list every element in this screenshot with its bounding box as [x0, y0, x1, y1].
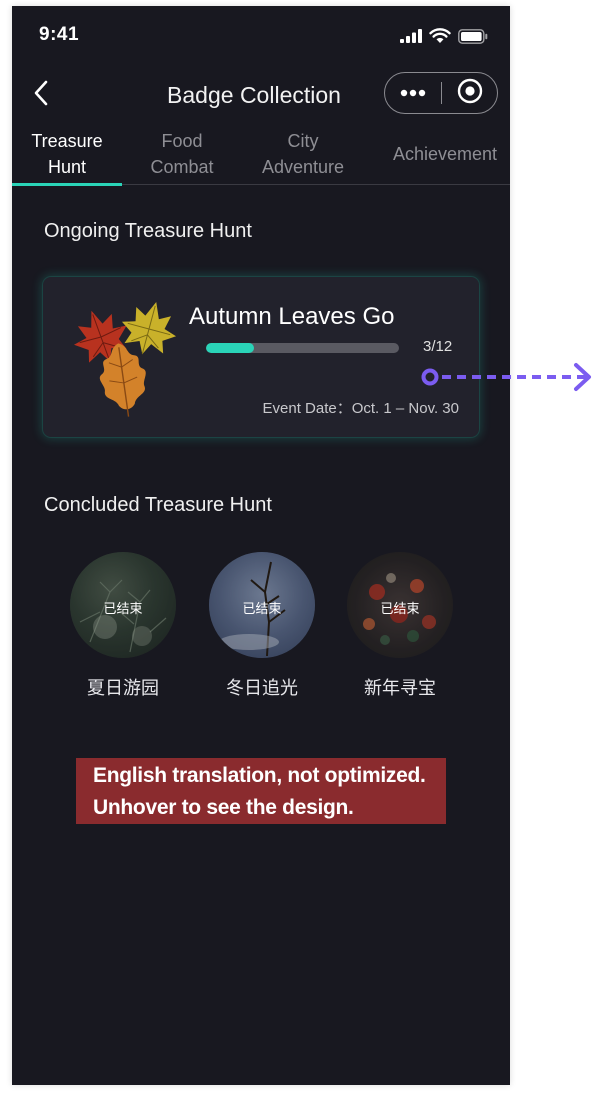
concluded-item-summer[interactable]: 已结束 夏日游园	[69, 552, 177, 700]
translation-note-line-1: English translation, not optimized.	[93, 764, 426, 787]
phone-screen: 9:41 Badge Collection Treasure Hunt Food…	[12, 6, 510, 1085]
battery-icon	[458, 28, 488, 49]
concluded-item-label: 新年寻宝	[364, 678, 436, 698]
target-circle-icon	[457, 78, 483, 109]
concluded-item-label: 夏日游园	[87, 678, 159, 698]
concluded-thumbnail: 已结束	[209, 552, 315, 658]
tab-treasure-hunt[interactable]: Treasure Hunt	[12, 124, 122, 186]
event-date: Event Date：Oct. 1 – Nov. 30	[262, 400, 459, 417]
more-dots-icon	[400, 84, 426, 102]
tab-food-combat[interactable]: Food Combat	[134, 124, 230, 184]
concluded-item-label: 冬日追光	[226, 678, 298, 698]
tab-city-adventure[interactable]: City Adventure	[248, 124, 358, 184]
progress-bar-fill	[206, 343, 255, 353]
more-button[interactable]	[385, 73, 441, 113]
progress-bar	[206, 343, 399, 353]
close-button[interactable]	[442, 73, 497, 113]
concluded-item-winter[interactable]: 已结束 冬日追光	[208, 552, 316, 700]
tab-label: City Adventure	[261, 131, 345, 177]
autumn-leaves-image	[71, 299, 181, 417]
ongoing-section-title: Ongoing Treasure Hunt	[44, 220, 252, 242]
concluded-section-title: Concluded Treasure Hunt	[44, 494, 272, 516]
translation-note: English translation, not optimized. Unho…	[76, 758, 446, 824]
concluded-thumbnail: 已结束	[347, 552, 453, 658]
tab-label: Achievement	[392, 144, 498, 164]
status-time: 9:41	[39, 24, 80, 45]
wifi-icon	[429, 28, 451, 49]
tab-label: Treasure Hunt	[31, 131, 103, 177]
concluded-thumbnail: 已结束	[70, 552, 176, 658]
annotation-arrow	[418, 360, 592, 396]
tab-bar: Treasure Hunt Food Combat City Adventure…	[12, 124, 510, 186]
mini-program-capsule	[384, 72, 498, 114]
progress-count: 3/12	[423, 338, 453, 355]
ended-badge: 已结束	[242, 601, 282, 616]
status-icons	[400, 28, 488, 49]
active-tab-indicator	[12, 183, 122, 186]
status-bar: 9:41	[12, 6, 510, 66]
ended-badge: 已结束	[103, 601, 143, 616]
tab-label: Food Combat	[150, 131, 214, 177]
concluded-item-new-year[interactable]: 已结束 新年寻宝	[346, 552, 454, 700]
translation-note-line-2: Unhover to see the design.	[93, 796, 354, 819]
ended-badge: 已结束	[380, 601, 420, 616]
signal-icon	[400, 29, 422, 48]
hunt-title: Autumn Leaves Go	[189, 303, 395, 330]
nav-bar: Badge Collection	[12, 68, 510, 124]
tab-achievement[interactable]: Achievement	[384, 124, 506, 184]
ongoing-hunt-card[interactable]: Autumn Leaves Go 3/12 Event Date：Oct. 1 …	[43, 277, 479, 437]
